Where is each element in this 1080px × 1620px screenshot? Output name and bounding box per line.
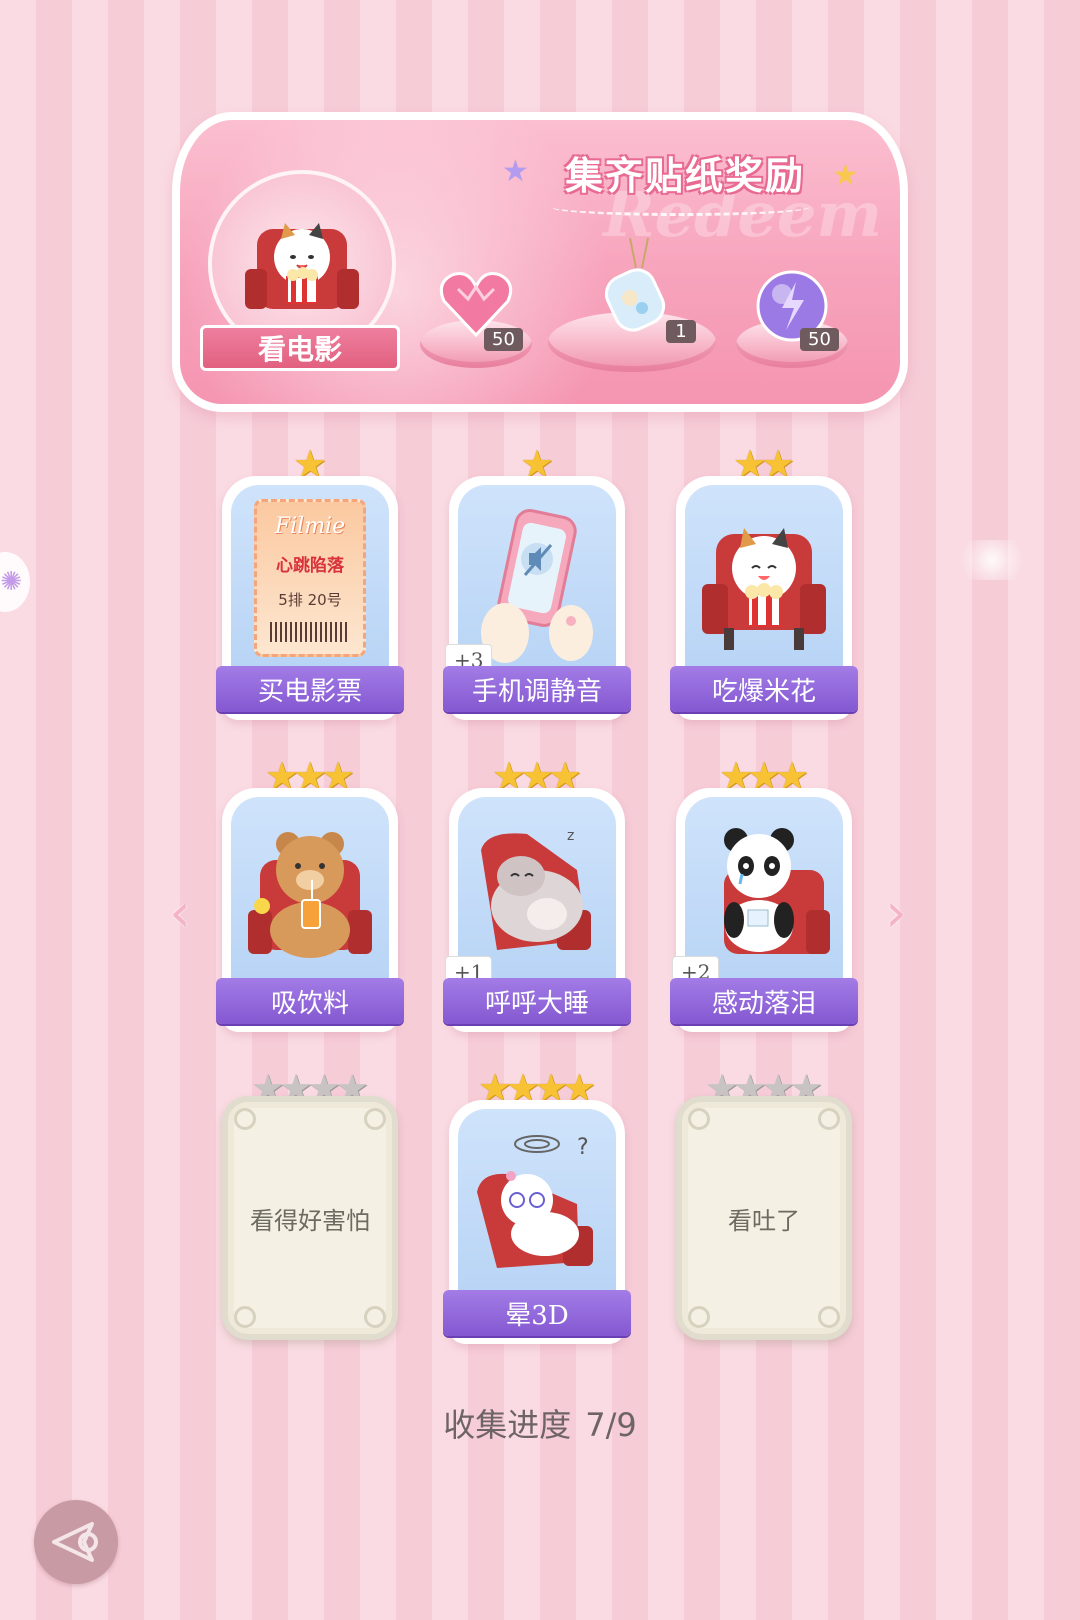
ticket-brand: Filmie [274,514,346,540]
ticket-title: 心跳陷落 [276,556,344,577]
ticket-seat: 5排 20号 [278,590,342,609]
phone-mute-icon [481,509,593,663]
cat-popcorn-icon [702,528,826,650]
corner-ornament [688,1108,710,1130]
sticker-card[interactable]: +3 手机调静音 [443,476,631,720]
corner-ornament [818,1108,840,1130]
chevron-left-icon: ‹ [169,880,191,944]
reward-count: 50 [484,328,523,351]
sticker-card[interactable]: z +1 呼呼大睡 [443,788,631,1032]
sticker-card[interactable]: +2 感动落泪 [670,788,858,1032]
svg-text:?: ? [577,1135,589,1160]
progress-value: 7/9 [585,1406,637,1444]
back-arrow-icon [52,1522,98,1562]
progress-label: 收集进度 [443,1406,572,1444]
title-dash-decoration [550,198,810,216]
chevron-right-icon: › [885,880,907,944]
collection-progress: 收集进度 7/9 [0,1400,1080,1446]
theme-label: 看电影 [200,325,400,371]
reward-count: 50 [800,328,839,351]
barcode [270,621,350,642]
movie-ticket: Filmie 心跳陷落 5排 20号 [254,499,366,657]
fan-icon: ✺ [0,567,22,597]
sticker-label: 呼呼大睡 [443,978,631,1024]
sleeping-hamster-icon: z [481,828,591,950]
ticket-art: Filmie 心跳陷落 5排 20号 [231,485,389,671]
sticker-card[interactable]: ? 晕3D [443,1100,631,1344]
sticker-label: 买电影票 [216,666,404,712]
sticker-label: 吸饮料 [216,978,404,1024]
next-page-arrow[interactable]: › [876,880,916,944]
sticker-card[interactable]: 吸饮料 [216,788,404,1032]
sticker-label: 看吐了 [728,1206,800,1235]
crying-panda-icon [724,828,830,954]
corner-ornament [688,1306,710,1328]
sticker-label: 手机调静音 [443,666,631,712]
bear-drink-icon [248,832,372,958]
locked-sticker-card[interactable]: 看吐了 [676,1096,852,1340]
banner-title: 集齐贴纸奖励 [564,153,805,198]
sticker-label: 吃爆米花 [670,666,858,712]
reward-banner: Redeem ★ 集齐贴纸奖励 ★ 看电影 50 1 50 [172,112,908,412]
sticker-card[interactable]: 吃爆米花 [670,476,858,720]
corner-ornament [234,1306,256,1328]
corner-ornament [364,1306,386,1328]
bear-art [231,797,389,983]
sticker-label: 晕3D [443,1290,631,1336]
prev-page-arrow[interactable]: ‹ [160,880,200,944]
sticker-card[interactable]: Filmie 心跳陷落 5排 20号 买电影票 [216,476,404,720]
banner-title-wrap: 集齐贴纸奖励 [520,142,850,202]
svg-text:z: z [567,828,574,844]
cat-on-seat-icon [245,223,359,309]
sticker-label: 看得好害怕 [250,1206,370,1235]
side-menu-button[interactable]: ✺ [0,552,30,612]
corner-ornament [818,1306,840,1328]
dizzy-cat-art: ? [458,1109,616,1295]
back-button[interactable] [34,1500,118,1584]
locked-sticker-card[interactable]: 看得好害怕 [222,1096,398,1340]
star-icon: ★ [832,158,859,193]
dizzy-cat-icon: ? [477,1135,593,1268]
popcorn-cat-art [685,485,843,671]
sticker-label: 感动落泪 [670,978,858,1024]
corner-ornament [234,1108,256,1130]
corner-ornament [364,1108,386,1130]
sparkle-decoration [952,540,1032,580]
reward-count: 1 [666,320,696,343]
